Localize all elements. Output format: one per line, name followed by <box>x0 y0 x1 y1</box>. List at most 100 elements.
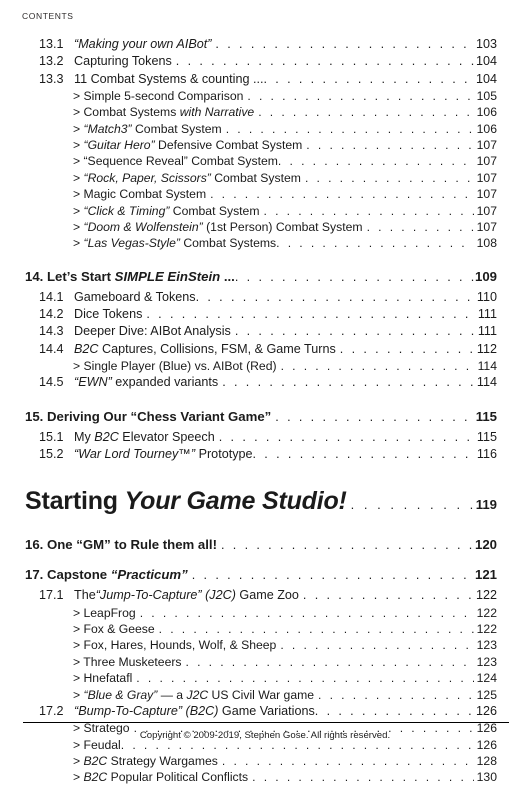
toc-row[interactable]: > “Match3” Combat System 106 <box>0 121 530 139</box>
section-title: B2C Captures, Collisions, FSM, & Game Tu… <box>74 341 336 356</box>
section-number: 14.4 <box>39 341 64 356</box>
page-number: 104 <box>475 54 497 69</box>
toc-row[interactable]: > Combat Systems with Narrative 106 <box>0 106 530 122</box>
toc-row[interactable]: 14.4 B2C Captures, Collisions, FSM, & Ga… <box>0 341 530 360</box>
toc-chapter-row[interactable]: 15. Deriving Our “Chess Variant Game” 11… <box>0 408 530 431</box>
dot-leader <box>247 90 474 102</box>
page-number: 108 <box>476 236 497 251</box>
toc-chapter-row[interactable]: 17. Capstone “Practicum” 121 <box>0 568 530 589</box>
toc-row[interactable]: > “Rock, Paper, Scissors” Combat System … <box>0 172 530 188</box>
toc-row[interactable]: 15.1 My B2C Elevator Speech 115 <box>0 429 530 448</box>
page-number: 123 <box>476 638 497 653</box>
dot-leader <box>253 448 475 461</box>
entry-title: > B2C Strategy Wargames <box>73 753 218 768</box>
entry-title: > “Las Vegas-Style” Combat Systems <box>73 236 277 251</box>
page-number: 104 <box>475 71 497 86</box>
dot-leader <box>367 221 474 233</box>
entry-title: > “Blue & Gray” — a J2C US Civil War gam… <box>73 687 315 702</box>
toc-row[interactable]: > “Las Vegas-Style” Combat Systems 108 <box>0 237 530 253</box>
footer-divider <box>23 722 509 724</box>
page-number: 115 <box>475 408 497 424</box>
toc-row[interactable]: 13.3 11 Combat Systems & counting ... 10… <box>0 71 530 90</box>
toc-row[interactable]: > Hnefatafl 124 <box>0 672 530 688</box>
section-number: 14.3 <box>39 324 64 339</box>
section-number: 15.2 <box>39 446 64 461</box>
toc-row[interactable]: > B2C Strategy Wargames 128 <box>0 755 530 771</box>
dot-leader <box>351 498 474 511</box>
page-number: 107 <box>476 138 497 153</box>
toc-row[interactable]: > LeapFrog 122 <box>0 605 530 623</box>
dot-leader <box>278 155 474 167</box>
page-number: 114 <box>476 375 497 390</box>
toc-row[interactable]: 13.1 “Making your own AIBot” 103 <box>0 38 530 55</box>
dot-leader <box>264 205 475 217</box>
dot-leader <box>136 672 474 684</box>
toc-row[interactable]: > “Sequence Reveal” Combat System 107 <box>0 155 530 171</box>
toc-row[interactable]: > Magic Combat System 107 <box>0 188 530 204</box>
entry-title: > “Sequence Reveal” Combat System <box>73 154 278 169</box>
dot-leader <box>280 639 474 651</box>
page-number: 114 <box>477 358 497 373</box>
toc-row[interactable]: > “Guitar Hero” Defensive Combat System … <box>0 139 530 155</box>
entry-title: > Magic Combat System <box>73 187 207 202</box>
dot-leader <box>226 123 474 135</box>
dot-leader <box>306 139 474 151</box>
page-number: 126 <box>475 703 497 718</box>
toc-row[interactable]: 15.2 “War Lord Tourney™” Prototype 116 <box>0 448 530 465</box>
running-head: CONTENTS <box>22 11 74 21</box>
dot-leader <box>159 623 474 635</box>
section-title: “Bump-To-Capture” (B2C) Game Variations <box>74 703 315 718</box>
toc-row[interactable]: 14.5 “EWN” expanded variants 114 <box>0 376 530 393</box>
toc-row[interactable]: 13.2 Capturing Tokens 104 <box>0 55 530 72</box>
toc-row[interactable]: > B2C Popular Political Conflicts 130 <box>0 771 530 787</box>
toc-row[interactable]: > Fox & Geese 122 <box>0 623 530 639</box>
section-title: Deeper Dive: AIBot Analysis <box>74 324 231 339</box>
entry-title: > Fox, Hares, Hounds, Wolf, & Sheep <box>73 638 277 653</box>
page-number: 106 <box>476 121 497 136</box>
entry-title: > LeapFrog <box>73 605 136 620</box>
chapter-title: 14. Let’s Start SIMPLE EinStein ... <box>25 268 235 284</box>
dot-leader <box>276 237 474 249</box>
dot-leader <box>235 325 474 338</box>
dot-leader <box>252 771 474 783</box>
toc-row[interactable]: > Fox, Hares, Hounds, Wolf, & Sheep 123 <box>0 639 530 655</box>
toc-row[interactable]: 17.1 The“Jump-To-Capture” (J2C) Game Zoo… <box>0 589 530 606</box>
toc-row[interactable]: > Three Musketeers 123 <box>0 656 530 672</box>
toc-row[interactable]: > “Blue & Gray” — a J2C US Civil War gam… <box>0 687 530 705</box>
section-number: 13.1 <box>39 37 64 51</box>
entry-title: > Single Player (Blue) vs. AIBot (Red) <box>73 358 277 373</box>
page-number: 125 <box>476 687 497 702</box>
toc-row[interactable]: 14.3 Deeper Dive: AIBot Analysis 111 <box>0 325 530 342</box>
page-number: 123 <box>476 654 497 669</box>
section-number: 17.2 <box>39 703 64 718</box>
section-title: 11 Combat Systems & counting ... <box>74 71 264 86</box>
footer-copyright: Copyright © 2009-2019, Stephen Gose. All… <box>139 730 391 741</box>
toc-page: CONTENTS 13.1 “Making your own AIBot” 10… <box>0 0 530 784</box>
page-number: 122 <box>476 605 497 620</box>
toc-row[interactable]: > Single Player (Blue) vs. AIBot (Red) 1… <box>0 360 530 376</box>
entry-title: > “Guitar Hero” Defensive Combat System <box>73 138 303 153</box>
section-title: “Making your own AIBot” <box>74 37 212 51</box>
toc-row[interactable]: > Simple 5-second Comparison 105 <box>0 90 530 106</box>
toc-chapter-row[interactable]: 16. One “GM” to Rule them all! 120 <box>0 538 530 559</box>
section-title: Capturing Tokens <box>74 54 172 69</box>
toc-row[interactable]: 17.2 “Bump-To-Capture” (B2C) Game Variat… <box>0 705 530 722</box>
toc-row[interactable]: 14.2 Dice Tokens 111 <box>0 308 530 325</box>
section-number: 15.1 <box>39 429 64 444</box>
toc-row[interactable]: > Feudal 126 <box>0 738 530 755</box>
dot-leader <box>258 106 474 118</box>
page-number: 105 <box>476 88 497 103</box>
toc-row[interactable]: 14.1 Gameboard & Tokens 110 <box>0 290 530 308</box>
page-number: 122 <box>475 588 497 603</box>
toc-row[interactable]: > “Doom & Wolfenstein” (1st Person) Comb… <box>0 221 530 237</box>
dot-leader <box>340 343 474 356</box>
toc-part-heading-row[interactable]: Starting Your Game Studio! 119 <box>0 489 530 529</box>
toc-chapter-row[interactable]: 14. Let’s Start SIMPLE EinStein ... 109 <box>0 270 530 291</box>
page-number: 107 <box>476 187 497 202</box>
page-number: 115 <box>476 429 497 444</box>
section-title: My B2C Elevator Speech <box>74 429 215 444</box>
chapter-title: 15. Deriving Our “Chess Variant Game” <box>25 408 272 424</box>
dot-leader <box>275 411 474 424</box>
toc-row[interactable]: > “Click & Timing” Combat System 107 <box>0 204 530 221</box>
